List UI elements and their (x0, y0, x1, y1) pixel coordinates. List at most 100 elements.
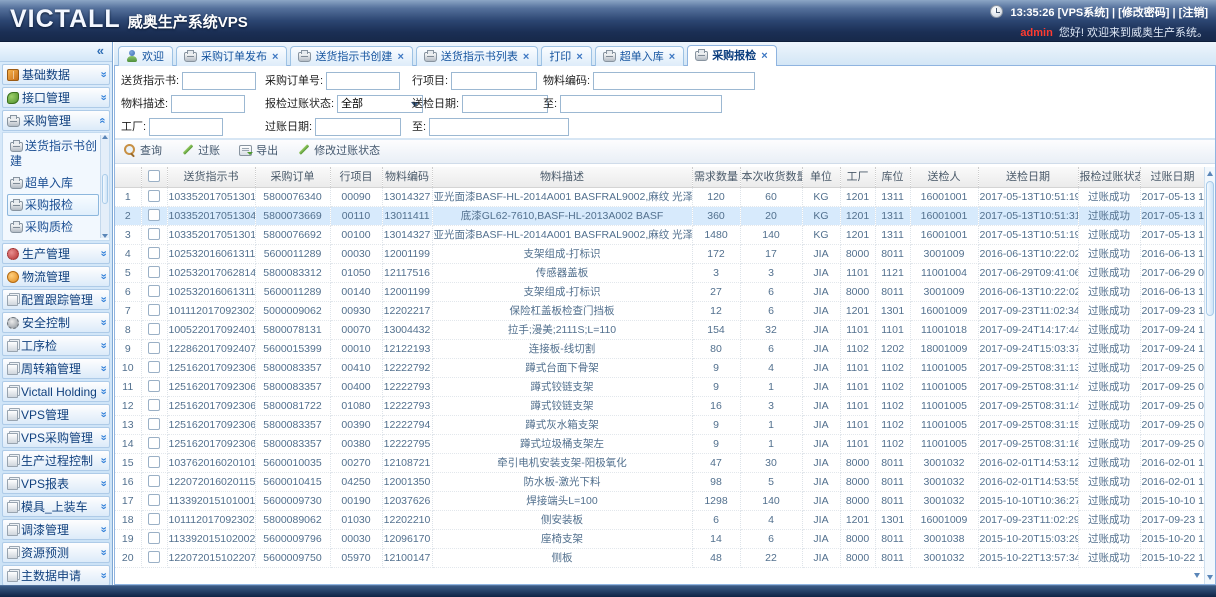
scrollbar-thumb[interactable] (102, 174, 108, 204)
sidebar-item-paint-mgmt[interactable]: 调漆管理» (2, 519, 110, 540)
column-header-unit[interactable]: 单位 (802, 167, 840, 188)
tab-po-publish[interactable]: 采购订单发布× (176, 46, 287, 67)
close-icon[interactable]: × (669, 51, 675, 63)
factory-input[interactable] (149, 118, 223, 136)
table-row[interactable]: 810052201709240158000781310007013004432拉… (115, 321, 1205, 340)
delivery-note-input[interactable] (182, 72, 256, 90)
close-icon[interactable]: × (576, 51, 582, 63)
row-checkbox[interactable] (148, 323, 160, 335)
secondary-scroll-down-icon[interactable] (1194, 573, 1200, 578)
column-header-storage_loc[interactable]: 库位 (875, 167, 910, 188)
tab-print[interactable]: 打印× (541, 46, 591, 67)
sidebar-item-production-process-control[interactable]: 生产过程控制» (2, 450, 110, 471)
export-button[interactable]: 导出 (239, 143, 278, 160)
scroll-down-icon[interactable] (102, 234, 108, 238)
scrollbar-thumb[interactable] (1206, 181, 1214, 316)
table-row[interactable]: 1412516201709230658000833570038012222795… (115, 435, 1205, 454)
row-checkbox[interactable] (148, 399, 160, 411)
sidebar-item-process-inspection[interactable]: 工序检» (2, 335, 110, 356)
close-icon[interactable]: × (272, 51, 278, 63)
modify-posting-status-button[interactable]: 修改过账状态 (297, 143, 380, 160)
table-row[interactable]: 210335201705130458000736690011013011411底… (115, 207, 1205, 226)
sidebar-item-production-mgmt[interactable]: 生产管理» (2, 243, 110, 264)
inspection-date-from-input[interactable] (462, 95, 548, 113)
table-row[interactable]: 310335201705130158000766920010013014327亚… (115, 226, 1205, 245)
sidebar-item-turnover-box-mgmt[interactable]: 周转箱管理» (2, 358, 110, 379)
submenu-item-purchase-inspection[interactable]: 采购报检 (7, 194, 99, 216)
row-checkbox[interactable] (148, 285, 160, 297)
column-header-received_qty[interactable]: 本次收货数量 (740, 167, 802, 188)
row-checkbox[interactable] (148, 342, 160, 354)
submenu-item-purchase-quality[interactable]: 采购质检 (7, 216, 99, 238)
column-header-factory[interactable]: 工厂 (840, 167, 875, 188)
line-item-input[interactable] (451, 72, 537, 90)
tab-delivery-note-create[interactable]: 送货指示书创建× (290, 46, 412, 67)
row-checkbox[interactable] (148, 361, 160, 373)
submenu-item-delivery-note-create[interactable]: 送货指示书创建 (7, 135, 99, 172)
row-checkbox[interactable] (148, 437, 160, 449)
row-checkbox[interactable] (148, 209, 160, 221)
table-row[interactable]: 1911339201510200256000097960003012096170… (115, 530, 1205, 549)
table-row[interactable]: 1012516201709230658000833570041012222792… (115, 359, 1205, 378)
table-row[interactable]: 1112516201709230658000833570040012222793… (115, 378, 1205, 397)
table-row[interactable]: 610253201606131156000112890014012001199支… (115, 283, 1205, 302)
sidebar-item-vps-mgmt[interactable]: VPS管理» (2, 404, 110, 425)
vertical-scrollbar[interactable] (1204, 167, 1215, 584)
table-row[interactable]: 710111201709230250000090620093012202217保… (115, 302, 1205, 321)
tab-welcome[interactable]: 欢迎 (118, 46, 173, 67)
posting-date-to-input[interactable] (429, 118, 569, 136)
column-header-posting_status[interactable]: 报检过账状态 (1078, 167, 1140, 188)
row-checkbox[interactable] (148, 266, 160, 278)
sidebar-item-victall-holding[interactable]: Victall Holding» (2, 381, 110, 402)
table-row[interactable]: 1312516201709230658000833570039012222794… (115, 416, 1205, 435)
scroll-down-icon[interactable] (1207, 575, 1213, 580)
sidebar-item-logistics-mgmt[interactable]: 物流管理» (2, 266, 110, 287)
close-icon[interactable]: × (761, 50, 767, 62)
row-checkbox[interactable] (148, 247, 160, 259)
table-row[interactable]: 2012207201510220756000097500597012100147… (115, 549, 1205, 568)
posting-date-from-input[interactable] (315, 118, 401, 136)
row-checkbox[interactable] (148, 228, 160, 240)
table-row[interactable]: 1510376201602010156000100350027012108721… (115, 454, 1205, 473)
table-row[interactable]: 1212516201709230658000817220108012222793… (115, 397, 1205, 416)
table-row[interactable]: 912286201709240756000153990001012122193连… (115, 340, 1205, 359)
close-icon[interactable]: × (397, 51, 403, 63)
row-checkbox[interactable] (148, 418, 160, 430)
table-row[interactable]: 110335201705130158000763400009013014327亚… (115, 188, 1205, 207)
sidebar-item-security-control[interactable]: 安全控制» (2, 312, 110, 333)
column-header-po[interactable]: 采购订单 (255, 167, 330, 188)
column-header-material_code[interactable]: 物料编码 (382, 167, 432, 188)
sidebar-item-vps-purchase-mgmt[interactable]: VPS采购管理» (2, 427, 110, 448)
row-checkbox[interactable] (148, 475, 160, 487)
table-row[interactable]: 1612207201602011556000104150425012001350… (115, 473, 1205, 492)
column-header-delivery_note[interactable]: 送货指示书 (167, 167, 255, 188)
select-all-checkbox[interactable] (148, 170, 160, 182)
material-code-input[interactable] (593, 72, 755, 90)
scroll-up-icon[interactable] (1207, 171, 1213, 176)
posting-button[interactable]: 过账 (181, 143, 220, 160)
column-header-material_desc[interactable]: 物料描述 (432, 167, 692, 188)
column-header-posting_date[interactable]: 过账日期 (1140, 167, 1205, 188)
sidebar-item-interface-mgmt[interactable]: 接口管理» (2, 87, 110, 108)
sidebar-item-purchase-mgmt[interactable]: 采购管理» (2, 110, 110, 131)
column-header-inspector[interactable]: 送检人 (910, 167, 978, 188)
row-checkbox[interactable] (148, 551, 160, 563)
inspection-date-to-input[interactable] (560, 95, 722, 113)
tab-delivery-note-list[interactable]: 送货指示书列表× (416, 46, 538, 67)
row-checkbox[interactable] (148, 513, 160, 525)
query-button[interactable]: 查询 (123, 143, 162, 160)
tab-purchase-inspection[interactable]: 采购报检× (687, 45, 776, 67)
posting-status-select[interactable]: 全部 (337, 95, 423, 113)
scroll-up-icon[interactable] (102, 135, 108, 139)
tab-over-order-inbound[interactable]: 超单入库× (595, 46, 684, 67)
sidebar-item-resource-forecast[interactable]: 资源预测» (2, 542, 110, 563)
sidebar-item-base-data[interactable]: 基础数据» (2, 64, 110, 85)
material-desc-input[interactable] (171, 95, 245, 113)
row-checkbox[interactable] (148, 456, 160, 468)
link-change-password[interactable]: [修改密码] (1118, 7, 1169, 19)
column-header-inspection_date[interactable]: 送检日期 (978, 167, 1078, 188)
po-number-input[interactable] (326, 72, 400, 90)
column-header-line_item[interactable]: 行项目 (330, 167, 382, 188)
sidebar-item-vps-report[interactable]: VPS报表» (2, 473, 110, 494)
submenu-item-over-order-inbound[interactable]: 超单入库 (7, 172, 99, 194)
